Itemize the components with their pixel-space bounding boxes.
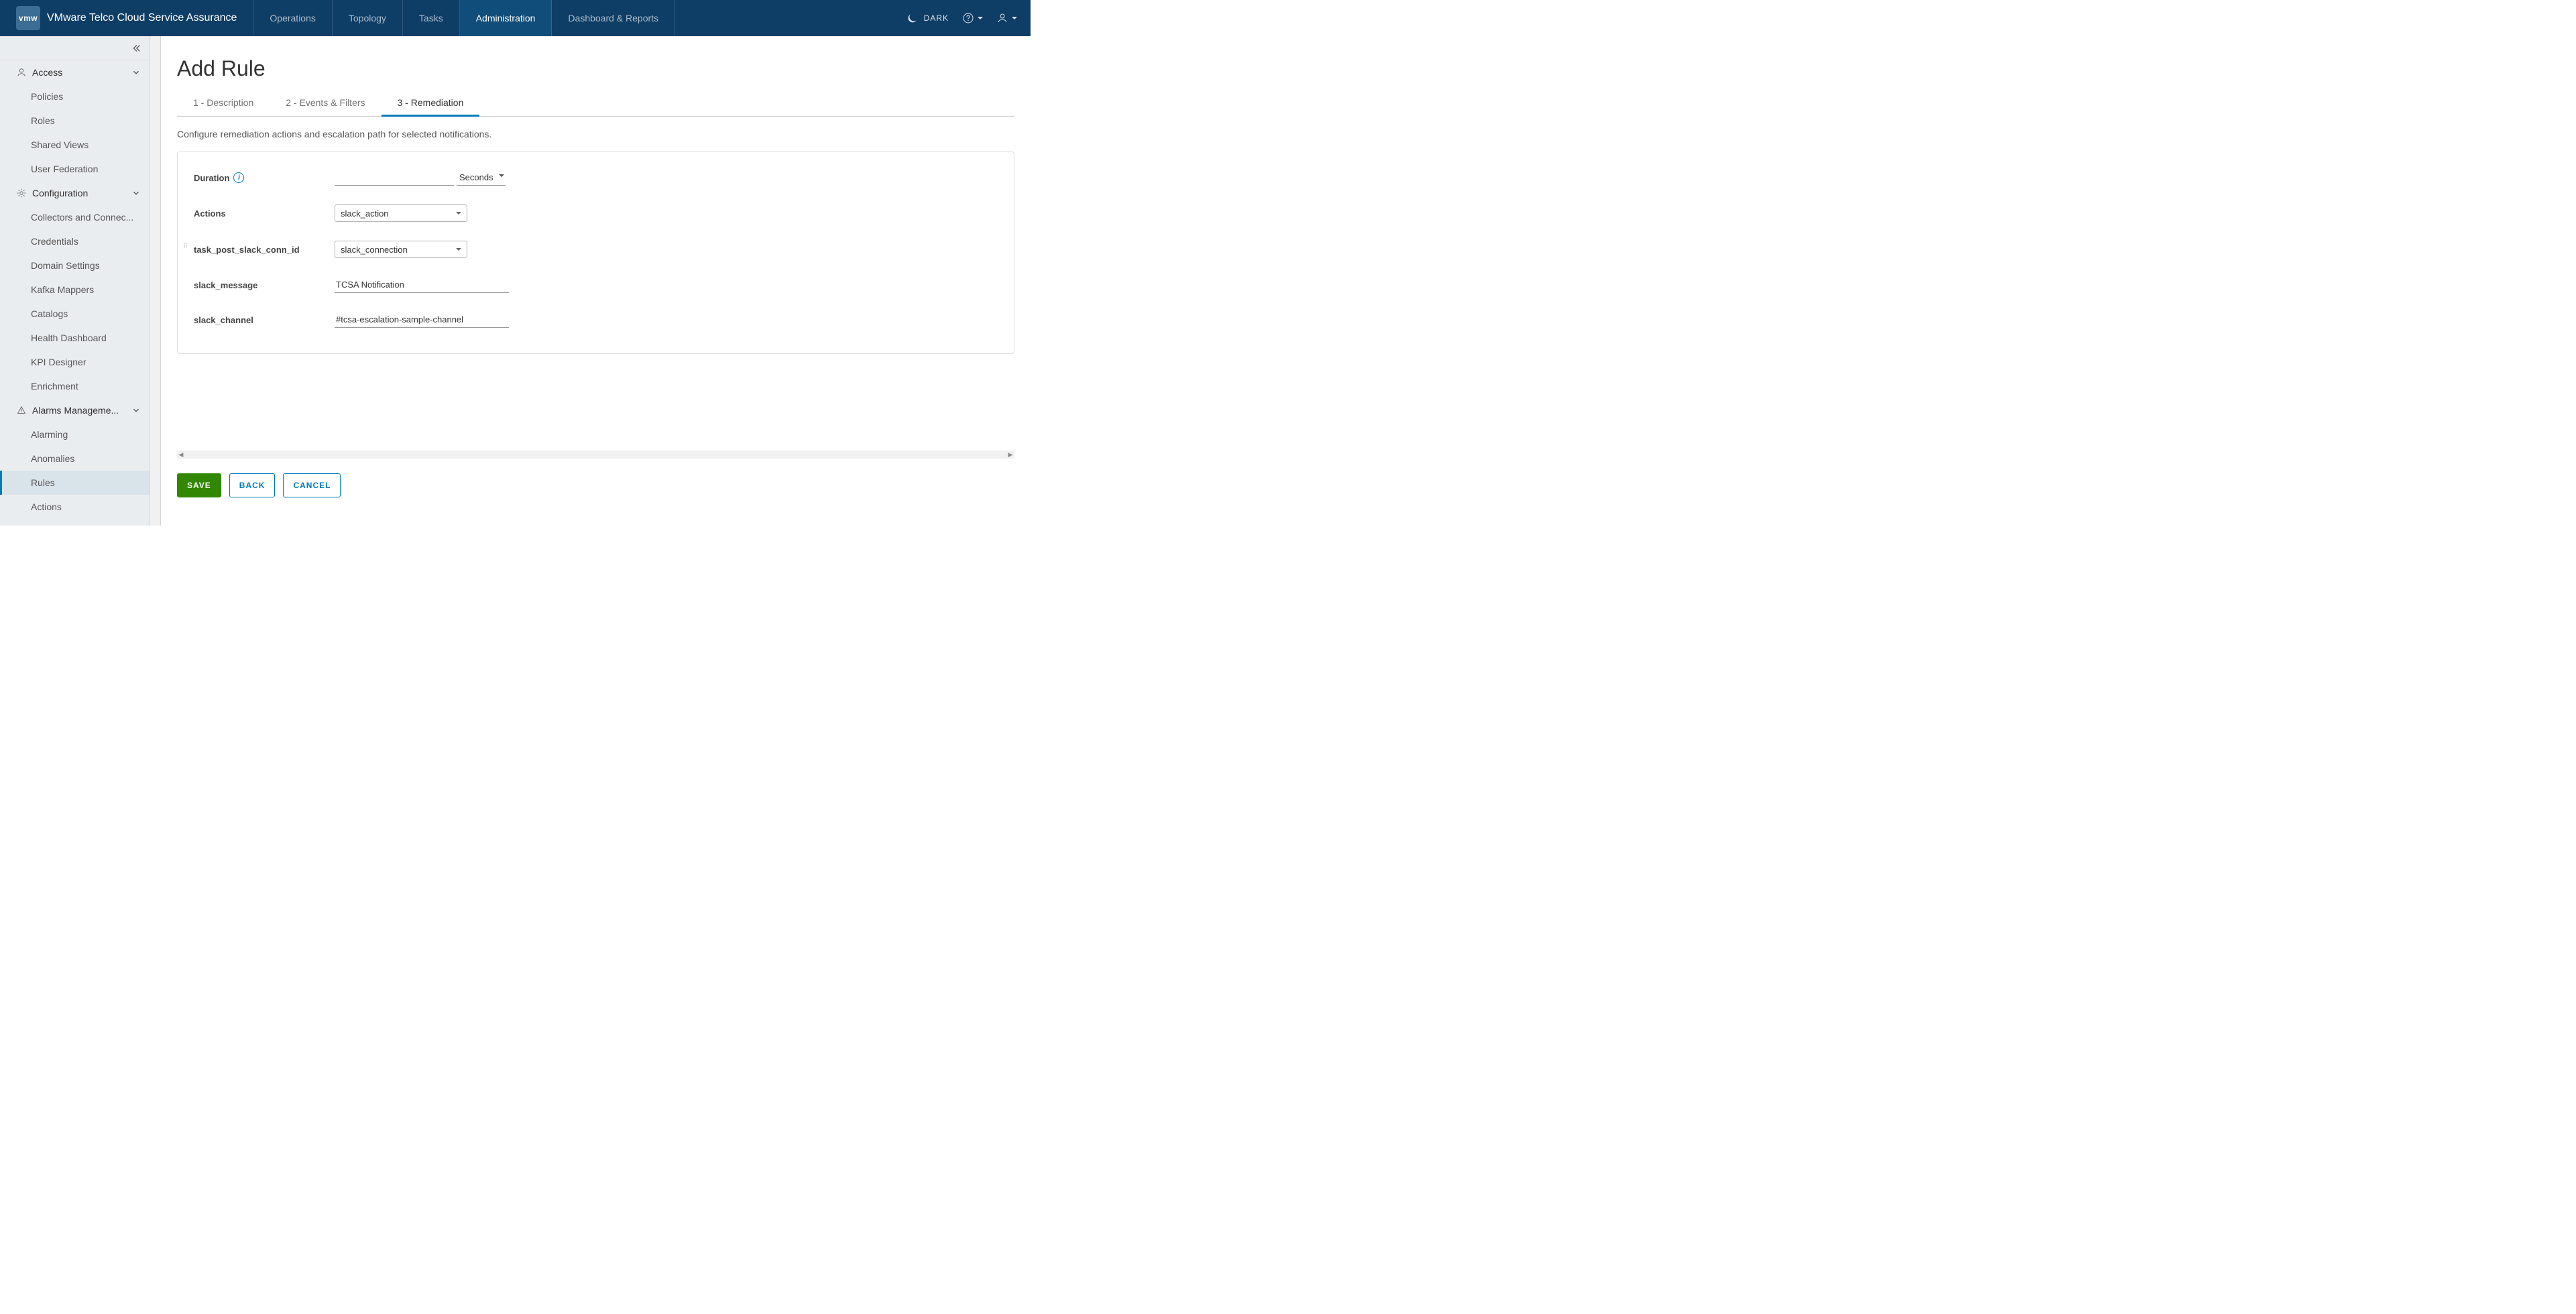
label-duration: Duration i: [194, 172, 335, 183]
chevron-down-icon: [131, 67, 141, 78]
cancel-button[interactable]: CANCEL: [283, 473, 341, 497]
row-actions: Actions slack_action: [194, 195, 998, 231]
top-nav: Operations Topology Tasks Administration…: [253, 0, 675, 36]
moon-icon: [906, 12, 919, 24]
user-icon: [16, 67, 27, 78]
page-title: Add Rule: [177, 56, 1014, 81]
tab-description[interactable]: 1 - Description: [177, 91, 270, 117]
sidenav-collapse-toggle[interactable]: [0, 36, 150, 60]
content-inner[interactable]: Configure remediation actions and escala…: [177, 117, 1014, 451]
label-conn-id: task_post_slack_conn_id: [194, 245, 335, 255]
sidenav-item-credentials[interactable]: Credentials: [0, 229, 150, 253]
actions-value: slack_action: [341, 208, 389, 219]
conn-id-value: slack_connection: [341, 245, 408, 255]
label-actions: Actions: [194, 208, 335, 219]
sidenav-item-roles[interactable]: Roles: [0, 109, 150, 133]
product-title: VMware Telco Cloud Service Assurance: [47, 12, 237, 24]
row-slack-message: slack_message: [194, 267, 998, 302]
sidenav-item-kafka-mappers[interactable]: Kafka Mappers: [0, 278, 150, 302]
nav-group-label: Access: [32, 67, 62, 78]
sidenav-item-collectors[interactable]: Collectors and Connec...: [0, 205, 150, 229]
gear-icon: [16, 188, 27, 198]
user-icon[interactable]: [996, 12, 1017, 24]
vmware-logo: vmw: [16, 6, 40, 30]
chevron-down-icon: [131, 188, 141, 198]
nav-group-configuration[interactable]: Configuration: [0, 181, 150, 205]
row-duration: Duration i Seconds: [194, 160, 998, 195]
tab-events-filters[interactable]: 2 - Events & Filters: [270, 91, 381, 117]
sidenav-item-shared-views[interactable]: Shared Views: [0, 133, 150, 157]
header-right: DARK: [906, 0, 1031, 36]
nav-group-label: Alarms Manageme...: [32, 405, 119, 416]
sidenav-item-policies[interactable]: Policies: [0, 84, 150, 109]
horizontal-scrollbar[interactable]: ◀ ▶: [177, 451, 1014, 459]
sidenav-item-anomalies[interactable]: Anomalies: [0, 446, 150, 471]
main-content: Add Rule 1 - Description 2 - Events & Fi…: [161, 36, 1031, 526]
label-slack-message: slack_message: [194, 280, 335, 290]
tab-remediation[interactable]: 3 - Remediation: [382, 91, 480, 117]
chevron-down-icon: [131, 405, 141, 416]
sidenav-scroll-strip: [150, 36, 161, 526]
nav-operations[interactable]: Operations: [253, 0, 332, 36]
conn-id-select[interactable]: slack_connection: [335, 241, 467, 258]
sidenav-item-alarming[interactable]: Alarming: [0, 422, 150, 446]
theme-label: DARK: [924, 13, 949, 23]
sidenav-item-health-dashboard[interactable]: Health Dashboard: [0, 326, 150, 350]
tabs: 1 - Description 2 - Events & Filters 3 -…: [177, 91, 1014, 117]
content-scroll: Configure remediation actions and escala…: [177, 117, 1014, 451]
actions-select[interactable]: slack_action: [335, 204, 467, 222]
info-icon[interactable]: i: [233, 172, 244, 183]
sidenav-item-enrichment[interactable]: Enrichment: [0, 374, 150, 398]
nav-administration[interactable]: Administration: [460, 0, 552, 36]
row-conn-id: task_post_slack_conn_id slack_connection: [194, 231, 998, 267]
scroll-right-icon[interactable]: ▶: [1006, 451, 1014, 459]
duration-input[interactable]: [335, 170, 454, 186]
label-slack-channel: slack_channel: [194, 315, 335, 325]
duration-unit-select[interactable]: Seconds: [457, 170, 506, 186]
nav-topology[interactable]: Topology: [333, 0, 403, 36]
nav-group-access[interactable]: Access: [0, 60, 150, 84]
row-slack-channel: slack_channel: [194, 302, 998, 337]
actions-bar: SAVE BACK CANCEL: [177, 459, 1014, 512]
nav-group-alarms[interactable]: Alarms Manageme...: [0, 398, 150, 422]
sidenav-item-domain-settings[interactable]: Domain Settings: [0, 253, 150, 278]
page-description: Configure remediation actions and escala…: [177, 129, 1014, 139]
drag-handle-icon[interactable]: ⠿: [183, 245, 188, 248]
app-header: vmw VMware Telco Cloud Service Assurance…: [0, 0, 1031, 36]
sidenav-item-kpi-designer[interactable]: KPI Designer: [0, 350, 150, 374]
sidenav-item-user-federation[interactable]: User Federation: [0, 157, 150, 181]
chevron-down-icon: [456, 248, 461, 253]
remediation-card: ⠿ Duration i Seconds: [177, 152, 1014, 354]
slack-channel-input[interactable]: [335, 312, 509, 328]
nav-dashboard-reports[interactable]: Dashboard & Reports: [552, 0, 675, 36]
sidenav-item-rules[interactable]: Rules: [0, 471, 150, 495]
sidenav-item-catalogs[interactable]: Catalogs: [0, 302, 150, 326]
back-button[interactable]: BACK: [229, 473, 276, 497]
nav-group-label: Configuration: [32, 188, 88, 198]
theme-toggle[interactable]: DARK: [906, 12, 949, 24]
slack-message-input[interactable]: [335, 277, 509, 293]
sidenav: Access Policies Roles Shared Views User …: [0, 36, 161, 526]
scroll-left-icon[interactable]: ◀: [177, 451, 185, 459]
nav-tasks[interactable]: Tasks: [403, 0, 460, 36]
chevron-down-icon: [456, 212, 461, 217]
sidenav-item-actions[interactable]: Actions: [0, 495, 150, 519]
save-button[interactable]: SAVE: [177, 473, 221, 497]
branding: vmw VMware Telco Cloud Service Assurance: [0, 0, 253, 36]
help-icon[interactable]: [962, 12, 983, 24]
alarm-icon: [16, 405, 27, 416]
collapse-icon: [131, 43, 141, 54]
